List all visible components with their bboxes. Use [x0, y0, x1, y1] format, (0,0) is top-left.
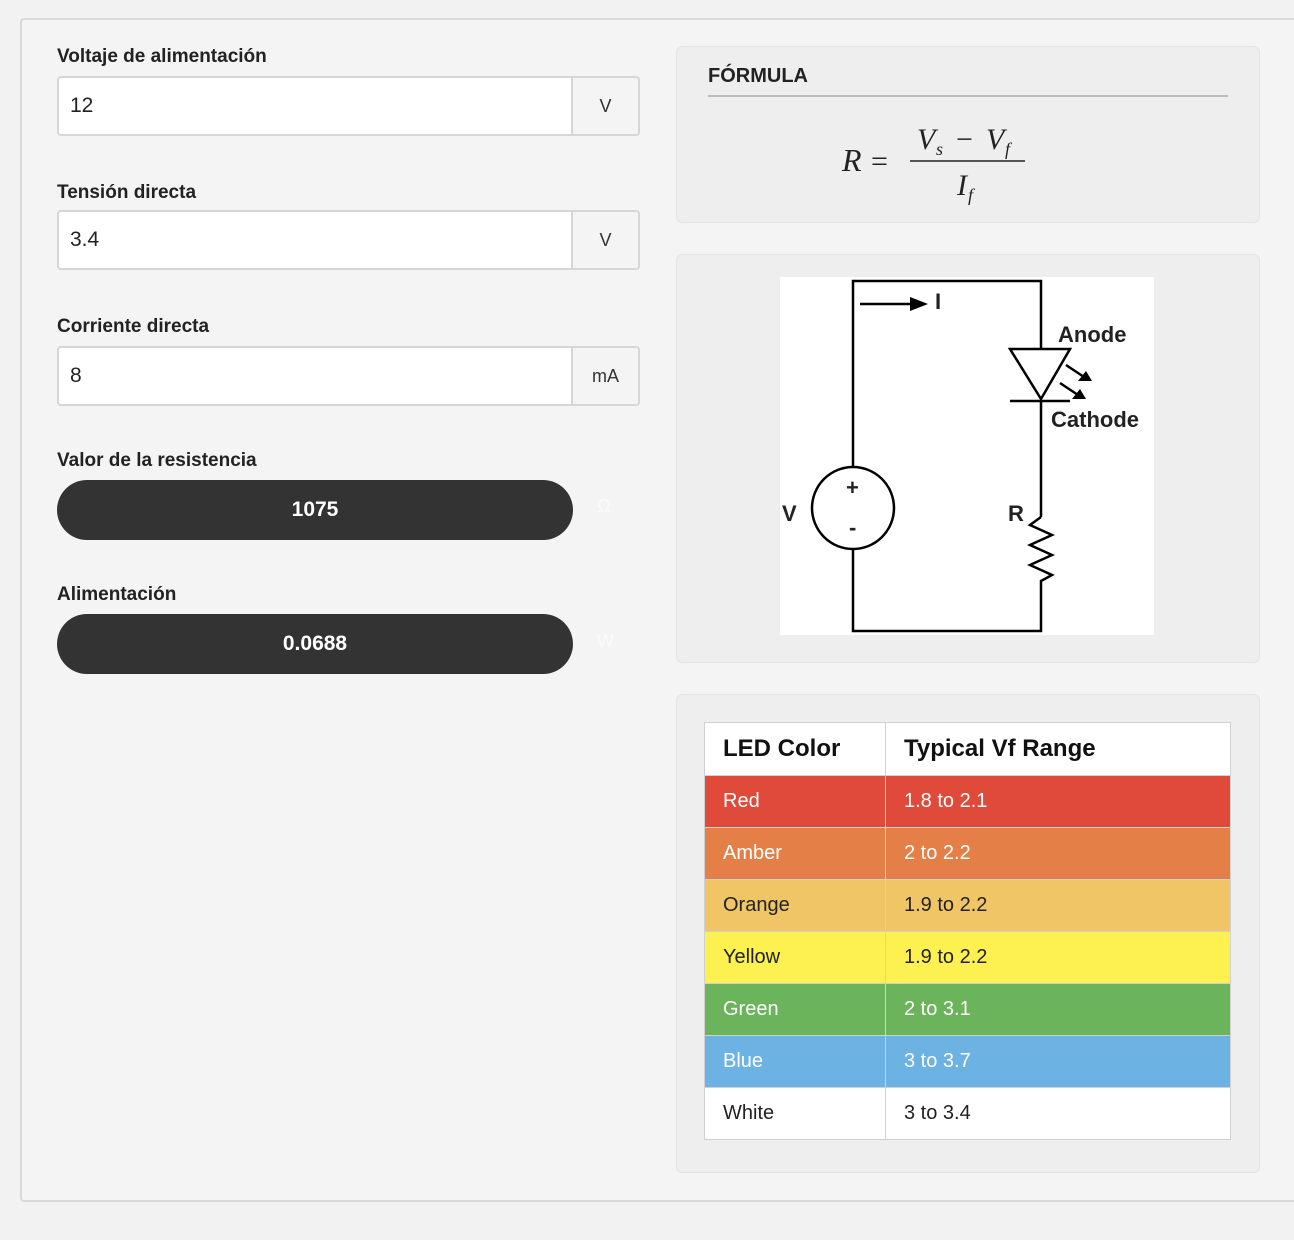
supply-voltage-label: Voltaje de alimentación — [57, 46, 267, 67]
forward-current-label: Corriente directa — [57, 316, 210, 337]
cathode-label: Cathode — [1051, 407, 1139, 432]
led-color-cell: Yellow — [704, 931, 886, 984]
vf-range-cell: 2 to 2.2 — [885, 827, 1231, 880]
svg-text:−: − — [956, 123, 973, 156]
table-row: Blue 3 to 3.7 — [704, 1035, 1231, 1088]
led-color-cell: Amber — [704, 827, 886, 880]
svg-text:s: s — [936, 139, 943, 159]
forward-voltage-label: Tensión directa — [57, 182, 197, 203]
vf-range-cell: 3 to 3.7 — [885, 1035, 1231, 1088]
vf-range-cell: 1.9 to 2.2 — [885, 879, 1231, 932]
minus-terminal-label: - — [849, 515, 857, 540]
power-label: Alimentación — [57, 584, 177, 605]
vf-range-cell: 3 to 3.4 — [885, 1087, 1231, 1140]
supply-voltage-input[interactable] — [59, 78, 571, 134]
formula-divider — [708, 95, 1228, 97]
plus-terminal-label: + — [846, 475, 859, 500]
power-output: 0.0688 — [57, 614, 573, 674]
table-row: Red 1.8 to 2.1 — [704, 775, 1231, 828]
forward-current-input[interactable] — [59, 348, 571, 404]
current-label: I — [935, 289, 942, 314]
vf-range-cell: 2 to 3.1 — [885, 983, 1231, 1036]
svg-text:R: R — [841, 142, 862, 178]
resistance-unit: Ω — [597, 496, 611, 516]
resistance-value-label: Valor de la resistencia — [57, 450, 257, 471]
resistance-formula: R = V s − V f I f — [841, 123, 1025, 205]
resistance-value-output: 1075 — [57, 480, 573, 540]
formula-title: FÓRMULA — [708, 65, 808, 87]
led-color-cell: Orange — [704, 879, 886, 932]
source-voltage-label: V — [782, 501, 797, 526]
header-led-color: LED Color — [704, 722, 886, 776]
led-color-cell: Red — [704, 775, 886, 828]
header-vf-range: Typical Vf Range — [885, 722, 1231, 776]
vf-range-cell: 1.8 to 2.1 — [885, 775, 1231, 828]
led-color-cell: Blue — [704, 1035, 886, 1088]
led-voltage-table: LED Color Typical Vf Range Red 1.8 to 2.1… — [704, 722, 1231, 1140]
forward-current-unit: mA — [571, 348, 638, 404]
table-row: Amber 2 to 2.2 — [704, 827, 1231, 880]
table-row: Orange 1.9 to 2.2 — [704, 879, 1231, 932]
svg-text:=: = — [871, 145, 888, 178]
led-table-card: LED Color Typical Vf Range Red 1.8 to 2.1… — [676, 694, 1260, 1173]
supply-voltage-unit: V — [571, 78, 638, 134]
forward-voltage-group: V — [57, 210, 640, 270]
led-circuit-diagram: I Anode Cathode V R + - — [780, 277, 1154, 635]
svg-text:f: f — [968, 185, 976, 205]
svg-text:f: f — [1005, 139, 1013, 159]
formula-card: FÓRMULA R = V s − V f I f — [676, 46, 1260, 223]
led-color-cell: Green — [704, 983, 886, 1036]
resistor-label: R — [1008, 501, 1024, 526]
vf-range-cell: 1.9 to 2.2 — [885, 931, 1231, 984]
led-color-cell: White — [704, 1087, 886, 1140]
power-unit: W — [597, 631, 614, 651]
circuit-card: I Anode Cathode V R + - — [676, 254, 1260, 663]
forward-voltage-input[interactable] — [59, 212, 571, 268]
table-row: Green 2 to 3.1 — [704, 983, 1231, 1036]
supply-voltage-group: V — [57, 76, 640, 136]
table-row: White 3 to 3.4 — [704, 1087, 1231, 1140]
anode-label: Anode — [1058, 322, 1127, 347]
forward-voltage-unit: V — [571, 212, 638, 268]
table-row: Yellow 1.9 to 2.2 — [704, 931, 1231, 984]
table-header-row: LED Color Typical Vf Range — [704, 722, 1231, 776]
forward-current-group: mA — [57, 346, 640, 406]
